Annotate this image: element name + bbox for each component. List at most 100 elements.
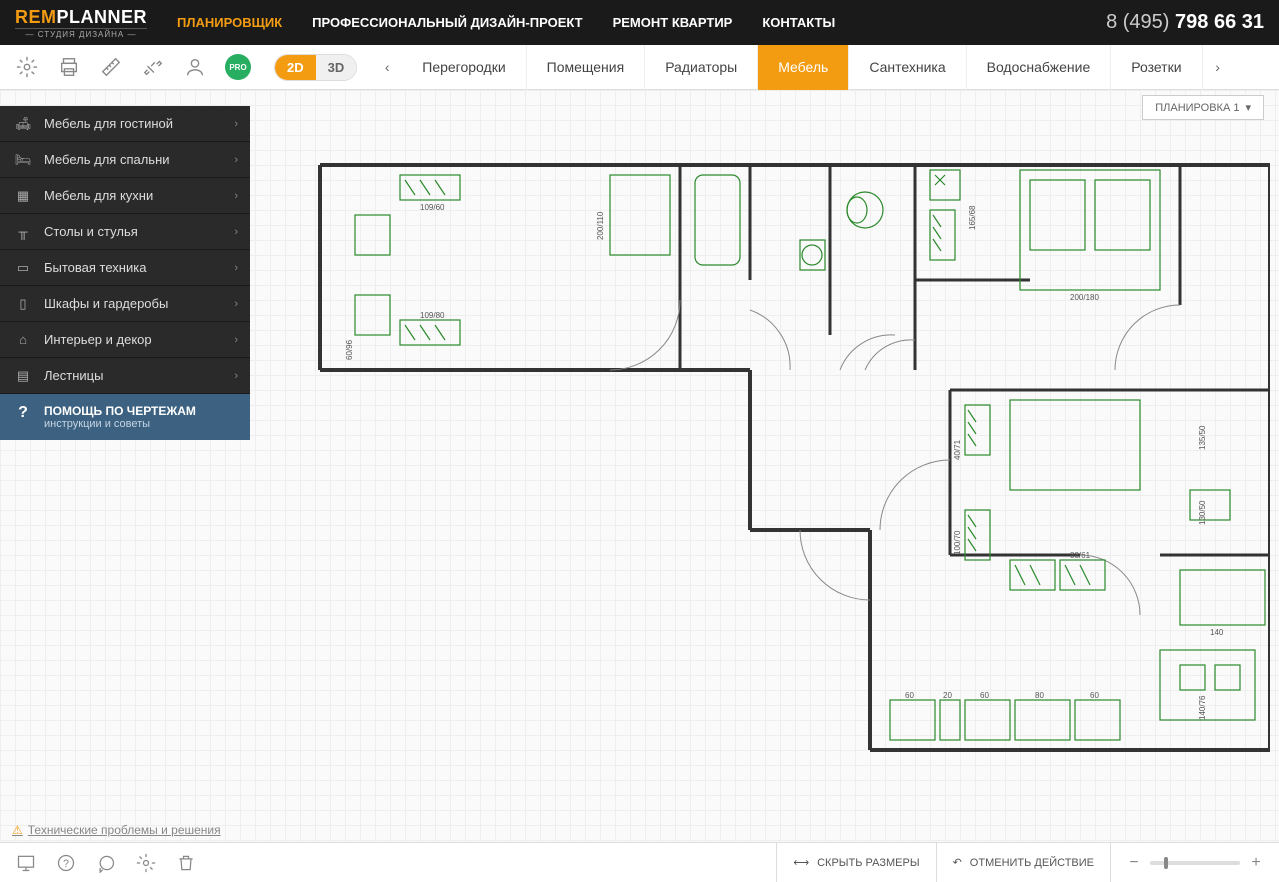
- chevron-right-icon: ›: [234, 118, 238, 130]
- dim-label: 88/61: [1070, 551, 1091, 560]
- nav-design[interactable]: ПРОФЕССИОНАЛЬНЫЙ ДИЗАЙН-ПРОЕКТ: [312, 15, 582, 30]
- header: REMPLANNER — СТУДИЯ ДИЗАЙНА — ПЛАНИРОВЩИ…: [0, 0, 1279, 45]
- sidebar-item-stairs[interactable]: ▤ Лестницы ›: [0, 358, 250, 394]
- tab-rooms[interactable]: Помещения: [527, 45, 646, 90]
- phone-number[interactable]: 8 (495) 798 66 31: [1106, 11, 1264, 34]
- warning-icon: ⚠: [12, 823, 23, 837]
- zoom-slider[interactable]: [1150, 861, 1240, 865]
- tabs-next-icon[interactable]: ›: [1203, 59, 1233, 75]
- chevron-right-icon: ›: [234, 334, 238, 346]
- view-2d-button[interactable]: 2D: [275, 55, 316, 80]
- sidebar-label: Мебель для гостиной: [44, 116, 224, 131]
- dim-label: 40/71: [953, 439, 962, 460]
- dim-label: 140/76: [1198, 695, 1207, 720]
- sidebar-item-wardrobes[interactable]: ▯ Шкафы и гардеробы ›: [0, 286, 250, 322]
- sofa-icon: 🛋: [12, 116, 34, 132]
- question-icon: ?: [12, 404, 34, 422]
- logo[interactable]: REMPLANNER — СТУДИЯ ДИЗАЙНА —: [15, 7, 147, 39]
- zoom-control: − +: [1110, 843, 1279, 882]
- stairs-icon: ▤: [12, 368, 34, 384]
- sidebar-label: Бытовая техника: [44, 260, 224, 275]
- tab-radiators[interactable]: Радиаторы: [645, 45, 758, 90]
- hide-sizes-label: СКРЫТЬ РАЗМЕРЫ: [817, 857, 919, 869]
- wardrobe-icon: ▯: [12, 296, 34, 312]
- sidebar-help[interactable]: ? ПОМОЩЬ ПО ЧЕРТЕЖАМ инструкции и советы: [0, 394, 250, 440]
- sidebar-label: Интерьер и декор: [44, 332, 224, 347]
- print-icon[interactable]: [57, 55, 81, 79]
- sidebar-label: Шкафы и гардеробы: [44, 296, 224, 311]
- sidebar-item-living[interactable]: 🛋 Мебель для гостиной ›: [0, 106, 250, 142]
- dim-label: 60/96: [345, 339, 354, 360]
- undo-button[interactable]: ↶ ОТМЕНИТЬ ДЕЙСТВИЕ: [936, 843, 1110, 882]
- user-icon[interactable]: [183, 55, 207, 79]
- phone-main: 798 66 31: [1175, 11, 1264, 33]
- tech-problems-link[interactable]: ⚠ Технические проблемы и решения: [12, 823, 221, 837]
- nav-repair[interactable]: РЕМОНТ КВАРТИР: [613, 15, 733, 30]
- floorplan[interactable]: 109/60 109/80 60/96 200/110 165/68 200/1…: [310, 160, 1270, 760]
- svg-text:?: ?: [63, 858, 69, 870]
- nav-contacts[interactable]: КОНТАКТЫ: [762, 15, 835, 30]
- ruler-icon[interactable]: [99, 55, 123, 79]
- sidebar-label: Столы и стулья: [44, 224, 224, 239]
- tabs-prev-icon[interactable]: ‹: [372, 59, 402, 75]
- tab-water[interactable]: Водоснабжение: [967, 45, 1112, 90]
- chevron-right-icon: ›: [234, 370, 238, 382]
- dim-label: 80: [1035, 691, 1044, 700]
- sidebar-item-tables[interactable]: ╥Столы и стулья›: [0, 214, 250, 250]
- chevron-right-icon: ›: [234, 226, 238, 238]
- delete-icon[interactable]: [175, 852, 197, 874]
- tab-plumbing[interactable]: Сантехника: [849, 45, 966, 90]
- screen-icon[interactable]: [15, 852, 37, 874]
- zoom-out-button[interactable]: −: [1126, 854, 1142, 872]
- plan-dropdown[interactable]: ПЛАНИРОВКА 1 ▾: [1142, 95, 1264, 120]
- nav-planner[interactable]: ПЛАНИРОВЩИК: [177, 15, 282, 30]
- bed-icon: 🛏: [12, 152, 34, 168]
- logo-tagline: — СТУДИЯ ДИЗАЙНА —: [15, 28, 147, 39]
- dimension-icon: ⟷: [793, 856, 809, 869]
- dim-label: 20: [943, 691, 952, 700]
- chevron-right-icon: ›: [234, 298, 238, 310]
- logo-brand-b: PLANNER: [57, 7, 148, 27]
- tab-walls[interactable]: Перегородки: [402, 45, 526, 90]
- tool-icons: PRO: [0, 54, 266, 80]
- help-icon[interactable]: ?: [55, 852, 77, 874]
- view-3d-button[interactable]: 3D: [316, 55, 357, 80]
- sidebar-item-bedroom[interactable]: 🛏 Мебель для спальни ›: [0, 142, 250, 178]
- sidebar-item-kitchen[interactable]: ▦ Мебель для кухни ›: [0, 178, 250, 214]
- hide-sizes-button[interactable]: ⟷ СКРЫТЬ РАЗМЕРЫ: [776, 843, 935, 882]
- pro-badge[interactable]: PRO: [225, 54, 251, 80]
- main-nav: ПЛАНИРОВЩИК ПРОФЕССИОНАЛЬНЫЙ ДИЗАЙН-ПРОЕ…: [177, 15, 1106, 30]
- undo-icon: ↶: [953, 856, 962, 869]
- chevron-right-icon: ›: [234, 262, 238, 274]
- sidebar-label: Мебель для спальни: [44, 152, 224, 167]
- dim-label: 100/70: [953, 530, 962, 555]
- kitchen-icon: ▦: [12, 188, 34, 204]
- dim-label: 200/180: [1070, 293, 1099, 302]
- tech-link-label: Технические проблемы и решения: [28, 823, 221, 837]
- dim-label: 60: [905, 691, 914, 700]
- tools-icon[interactable]: [141, 55, 165, 79]
- zoom-thumb[interactable]: [1164, 857, 1168, 869]
- zoom-in-button[interactable]: +: [1248, 854, 1264, 872]
- sidebar-label: Мебель для кухни: [44, 188, 224, 203]
- dim-label: 200/110: [596, 211, 605, 240]
- dim-label: 135/50: [1198, 425, 1207, 450]
- settings-icon[interactable]: [15, 55, 39, 79]
- dim-label: 165/68: [968, 205, 977, 230]
- category-tabs: ‹ Перегородки Помещения Радиаторы Мебель…: [372, 45, 1279, 90]
- tab-sockets[interactable]: Розетки: [1111, 45, 1202, 90]
- plan-dropdown-label: ПЛАНИРОВКА 1: [1155, 102, 1239, 114]
- sidebar-label: Лестницы: [44, 368, 224, 383]
- footer-settings-icon[interactable]: [135, 852, 157, 874]
- chevron-right-icon: ›: [234, 154, 238, 166]
- phone-prefix: 8 (495): [1106, 11, 1175, 33]
- dim-label: 60: [1090, 691, 1099, 700]
- sidebar-item-decor[interactable]: ⌂ Интерьер и декор ›: [0, 322, 250, 358]
- sidebar-item-appliances[interactable]: ▭Бытовая техника›: [0, 250, 250, 286]
- toolbar: PRO 2D 3D ‹ Перегородки Помещения Радиат…: [0, 45, 1279, 90]
- chevron-right-icon: ›: [234, 190, 238, 202]
- tab-furniture[interactable]: Мебель: [758, 45, 849, 90]
- undo-label: ОТМЕНИТЬ ДЕЙСТВИЕ: [970, 857, 1094, 869]
- home-icon: ⌂: [12, 332, 34, 347]
- chat-icon[interactable]: [95, 852, 117, 874]
